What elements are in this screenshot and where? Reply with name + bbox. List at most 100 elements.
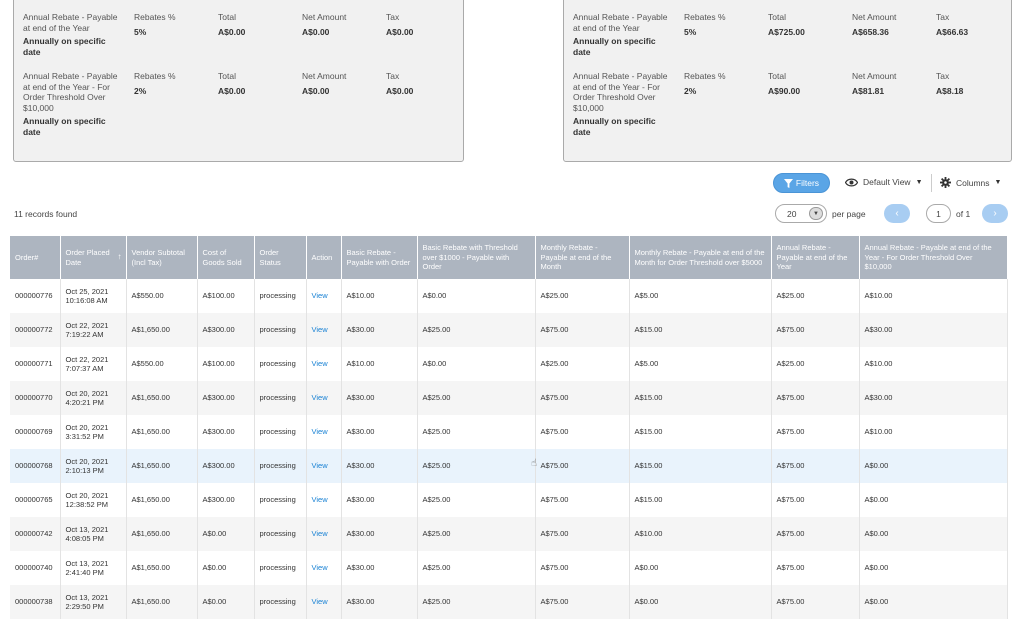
tax-value: A$0.00	[386, 27, 414, 37]
view-link[interactable]: View	[306, 381, 342, 415]
caret-down-icon: ▼	[915, 178, 923, 186]
net-amount-value: A$0.00	[302, 86, 330, 96]
view-link[interactable]: View	[306, 347, 342, 381]
table-cell: A$0.00	[629, 585, 772, 619]
table-cell: A$10.00	[859, 347, 1008, 381]
column-header[interactable]: Basic Rebate with Threshold over $1000 -…	[417, 236, 536, 279]
table-cell: A$1,650.00	[126, 551, 198, 585]
column-header[interactable]: Vendor Subtotal (Incl Tax)	[126, 236, 198, 279]
column-header[interactable]: Cost of Goods Sold	[197, 236, 255, 279]
table-cell: Oct 13, 2021 4:08:05 PM	[60, 517, 127, 551]
rebates-percent-value: 2%	[684, 86, 697, 96]
table-cell: A$75.00	[771, 585, 860, 619]
current-page-input[interactable]: 1	[926, 204, 951, 223]
filters-button[interactable]: Filters	[773, 173, 830, 193]
table-cell: A$25.00	[417, 381, 536, 415]
total-label: Total	[218, 12, 236, 22]
chevron-left-icon: ‹	[895, 208, 899, 219]
net-amount-label: Net Amount	[852, 12, 897, 22]
table-cell: A$30.00	[341, 551, 418, 585]
view-link[interactable]: View	[306, 449, 342, 483]
column-header[interactable]: Order#	[10, 236, 61, 279]
column-header[interactable]: Basic Rebate - Payable with Order	[341, 236, 418, 279]
table-cell: A$15.00	[629, 415, 772, 449]
table-row[interactable]: 000000771 Oct 22, 2021 7:07:37 AM A$550.00…	[10, 347, 1008, 381]
column-header[interactable]: Monthly Rebate - Payable at end of the M…	[629, 236, 772, 279]
view-link[interactable]: View	[306, 279, 342, 313]
table-cell: A$25.00	[417, 585, 536, 619]
table-cell: A$25.00	[417, 483, 536, 517]
table-cell: 000000768	[10, 449, 61, 483]
table-cell: A$0.00	[859, 585, 1008, 619]
table-cell: A$30.00	[341, 483, 418, 517]
rebates-percent-value: 5%	[684, 27, 697, 37]
column-header[interactable]: Action	[306, 236, 342, 279]
table-cell: Oct 13, 2021 2:41:40 PM	[60, 551, 127, 585]
table-cell: A$75.00	[771, 381, 860, 415]
caret-down-icon: ▼	[994, 179, 1002, 186]
table-cell: A$25.00	[417, 551, 536, 585]
view-link[interactable]: View	[306, 483, 342, 517]
table-cell: A$25.00	[535, 347, 630, 381]
sort-arrow-icon: ↑	[117, 252, 122, 261]
table-row[interactable]: 000000765 Oct 20, 2021 12:38:52 PM A$1,650…	[10, 483, 1008, 517]
table-row[interactable]: 000000772 Oct 22, 2021 7:19:22 AM A$1,650.…	[10, 313, 1008, 347]
table-cell: processing	[254, 551, 307, 585]
view-link[interactable]: View	[306, 313, 342, 347]
per-page-select[interactable]: 20 ▼	[775, 204, 827, 223]
rebates-percent-label: Rebates %	[684, 12, 726, 22]
view-link[interactable]: View	[306, 585, 342, 619]
table-row[interactable]: 000000742 Oct 13, 2021 4:08:05 PM A$1,650.…	[10, 517, 1008, 551]
tax-label: Tax	[386, 71, 400, 81]
column-header[interactable]: Order Status	[254, 236, 307, 279]
default-view-dropdown[interactable]: Default View ▼	[845, 177, 923, 187]
table-cell: A$30.00	[341, 381, 418, 415]
table-cell: A$75.00	[535, 483, 630, 517]
tax-value: A$8.18	[936, 86, 964, 96]
table-cell: Oct 13, 2021 2:29:50 PM	[60, 585, 127, 619]
table-cell: A$25.00	[771, 347, 860, 381]
rebate-description: Annual Rebate - Payable at end of the Ye…	[23, 71, 118, 113]
table-cell: A$0.00	[197, 585, 255, 619]
table-row[interactable]: 000000740 Oct 13, 2021 2:41:40 PM A$1,650.…	[10, 551, 1008, 585]
table-cell: 000000742	[10, 517, 61, 551]
table-row[interactable]: 000000768 Oct 20, 2021 2:10:13 PM A$1,650.…	[10, 449, 1008, 483]
table-row[interactable]: 000000769 Oct 20, 2021 3:31:52 PM A$1,650.…	[10, 415, 1008, 449]
next-page-button[interactable]: ›	[982, 204, 1008, 223]
column-header[interactable]: Annual Rebate - Payable at end of the Ye…	[859, 236, 1008, 279]
rebates-percent-value: 5%	[134, 27, 147, 37]
columns-dropdown[interactable]: Columns ▼	[940, 177, 1001, 188]
table-cell: Oct 20, 2021 2:10:13 PM	[60, 449, 127, 483]
column-header[interactable]: Annual Rebate - Payable at end of the Ye…	[771, 236, 860, 279]
table-cell: A$75.00	[535, 313, 630, 347]
table-cell: A$0.00	[197, 551, 255, 585]
table-cell: A$10.00	[629, 517, 772, 551]
view-link[interactable]: View	[306, 551, 342, 585]
table-cell: A$15.00	[629, 381, 772, 415]
table-cell: processing	[254, 415, 307, 449]
table-cell: processing	[254, 517, 307, 551]
view-link[interactable]: View	[306, 415, 342, 449]
table-cell: A$30.00	[341, 449, 418, 483]
rebate-description: Annual Rebate - Payable at end of the Ye…	[573, 12, 668, 33]
table-cell: processing	[254, 449, 307, 483]
view-link[interactable]: View	[306, 517, 342, 551]
table-cell: A$75.00	[535, 517, 630, 551]
table-row[interactable]: 000000770 Oct 20, 2021 4:20:21 PM A$1,650.…	[10, 381, 1008, 415]
prev-page-button[interactable]: ‹	[884, 204, 910, 223]
table-cell: A$75.00	[535, 449, 630, 483]
column-header[interactable]: Monthly Rebate - Payable at end of the M…	[535, 236, 630, 279]
gear-icon	[940, 177, 951, 188]
table-row[interactable]: 000000776 Oct 25, 2021 10:16:08 AM A$550.0…	[10, 279, 1008, 313]
table-cell: A$30.00	[859, 381, 1008, 415]
caret-down-icon: ▼	[809, 207, 823, 220]
net-amount-label: Net Amount	[302, 12, 347, 22]
table-cell: A$550.00	[126, 347, 198, 381]
filters-label: Filters	[795, 178, 820, 188]
table-cell: A$25.00	[771, 279, 860, 313]
rebates-percent-value: 2%	[134, 86, 147, 96]
table-row[interactable]: 000000738 Oct 13, 2021 2:29:50 PM A$1,650.…	[10, 585, 1008, 619]
table-cell: A$300.00	[197, 449, 255, 483]
column-header[interactable]: Order Placed Date ↑	[60, 236, 127, 279]
table-cell: A$1,650.00	[126, 381, 198, 415]
